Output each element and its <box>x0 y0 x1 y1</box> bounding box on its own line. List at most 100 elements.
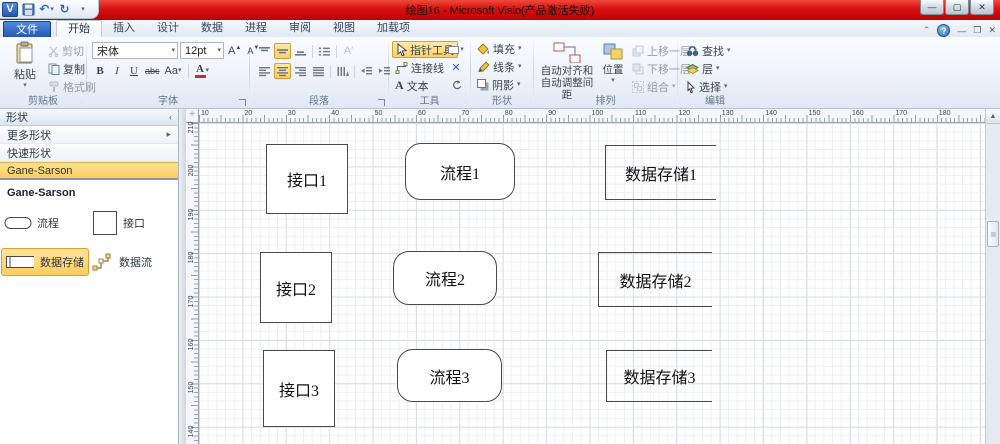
editing-group-label: 编辑 <box>678 92 752 107</box>
scroll-up-icon[interactable]: ▲ <box>986 109 1000 124</box>
shape-label: 数据存储2 <box>619 268 691 292</box>
scrollbar-thumb[interactable] <box>987 221 999 247</box>
h-ruler-label: 120 <box>678 110 690 117</box>
stencil-item-label: 数据流 <box>119 254 152 270</box>
position-label: 位置 <box>603 62 624 77</box>
tab-addins[interactable]: 加载项 <box>366 20 421 37</box>
doc-restore-button[interactable]: ❐ <box>973 25 981 36</box>
font-family-select[interactable]: 宋体 ▾ <box>92 42 178 59</box>
paste-icon <box>15 41 35 65</box>
shadow-button[interactable]: 阴影▾ <box>475 77 524 93</box>
clipboard-group-label: 剪贴板 <box>0 92 86 107</box>
fill-button[interactable]: 填充▾ <box>475 41 524 57</box>
line-button[interactable]: 线条▾ <box>475 59 524 75</box>
minimize-ribbon-icon[interactable]: ⌃ <box>923 25 931 36</box>
h-ruler-label: 100 <box>592 110 604 117</box>
collapse-panel-icon[interactable]: ‹ <box>169 112 172 122</box>
dataflow-shape-icon <box>92 252 114 272</box>
stencil-item-dataflow[interactable]: 数据流 <box>89 248 173 276</box>
align-bottom-button[interactable] <box>292 43 309 59</box>
font-color-button[interactable]: A ▾ <box>193 63 212 79</box>
interface-shape-icon <box>92 210 118 236</box>
find-label: 查找 <box>702 43 724 59</box>
fill-icon <box>477 43 490 55</box>
grow-font-button[interactable]: A▲ <box>226 43 243 59</box>
justify-button[interactable] <box>310 63 327 79</box>
tab-data[interactable]: 数据 <box>190 20 234 37</box>
arrange-group-label: 排列 <box>534 92 677 107</box>
tab-file[interactable]: 文件 <box>3 21 51 37</box>
font-family-value: 宋体 <box>97 43 119 59</box>
shape-label: 流程1 <box>440 160 480 184</box>
bullets-button[interactable] <box>316 43 333 59</box>
strikethrough-button[interactable]: abc <box>143 63 162 79</box>
align-top-button[interactable] <box>256 43 273 59</box>
stencil-tab-gane-sarson[interactable]: Gane-Sarson <box>0 162 178 180</box>
stencil-item-datastore[interactable]: 数据存储 <box>1 248 89 276</box>
tab-home[interactable]: 开始 <box>56 20 102 37</box>
tab-insert[interactable]: 插入 <box>102 20 146 37</box>
quick-shapes-row[interactable]: 快速形状 <box>0 144 178 162</box>
connector-icon <box>395 62 408 74</box>
canvas-shape-datastore2[interactable]: 数据存储2 <box>598 252 712 307</box>
tab-design[interactable]: 设计 <box>146 20 190 37</box>
connection-point-icon: ✕ <box>451 61 460 74</box>
more-shapes-row[interactable]: 更多形状 ▸ <box>0 126 178 144</box>
canvas-shape-process3[interactable]: 流程3 <box>397 349 502 402</box>
canvas-shape-datastore3[interactable]: 数据存储3 <box>606 350 712 402</box>
stencil-item-process[interactable]: 流程 <box>1 206 89 240</box>
line-label: 线条 <box>493 59 515 75</box>
canvas-shape-interface1[interactable]: 接口1 <box>266 144 348 214</box>
doc-minimize-button[interactable]: — <box>957 26 966 36</box>
layers-button[interactable]: 层▾ <box>684 61 733 77</box>
stencil-tab-label: Gane-Sarson <box>7 165 72 177</box>
datastore-shape-icon <box>5 255 35 269</box>
tab-review[interactable]: 审阅 <box>278 20 322 37</box>
tab-view[interactable]: 视图 <box>322 20 366 37</box>
minimize-button[interactable]: — <box>920 0 944 15</box>
bring-forward-icon <box>632 45 644 57</box>
canvas-shape-interface2[interactable]: 接口2 <box>260 252 332 323</box>
char-spacing-button[interactable]: A′ <box>340 43 357 59</box>
h-ruler-label: 110 <box>635 110 646 117</box>
font-size-select[interactable]: 12pt ▾ <box>180 42 224 59</box>
align-right-button[interactable] <box>292 63 309 79</box>
stencil-item-label: 流程 <box>37 215 59 231</box>
window-title: 绘图16 - Microsoft Visio(产品激活失败) <box>0 2 1000 18</box>
underline-button[interactable]: U <box>126 63 142 79</box>
help-button[interactable]: ? <box>937 24 950 37</box>
text-tool-icon: A <box>395 78 404 93</box>
text-direction-button[interactable] <box>334 63 351 79</box>
canvas-shape-interface3[interactable]: 接口3 <box>263 350 335 427</box>
find-button[interactable]: 查找▾ <box>684 43 733 59</box>
doc-close-button[interactable]: ✕ <box>988 25 996 36</box>
canvas-shape-process2[interactable]: 流程2 <box>393 251 497 305</box>
decrease-indent-button[interactable] <box>358 63 375 79</box>
canvas-shape-process1[interactable]: 流程1 <box>405 143 515 200</box>
align-middle-button[interactable] <box>274 43 291 59</box>
find-icon <box>686 45 699 57</box>
align-left-button[interactable] <box>256 63 273 79</box>
font-size-caret-icon: ▾ <box>217 48 221 54</box>
italic-button[interactable]: I <box>109 63 125 79</box>
vertical-scrollbar[interactable]: ▲ <box>985 109 1000 444</box>
connection-point-button[interactable]: ✕ <box>446 59 466 76</box>
close-button[interactable]: ✕ <box>970 0 994 15</box>
h-ruler-label: 10 <box>201 110 209 117</box>
v-ruler-label: 150 <box>188 381 195 394</box>
layers-label: 层 <box>702 61 713 77</box>
shape-label: 数据存储3 <box>623 364 695 388</box>
align-center-button[interactable] <box>274 63 291 79</box>
tools-group: 指针工具 连接线 A 文本 ▾ ✕ 工具 <box>389 37 470 108</box>
shape-label: 接口3 <box>279 377 319 401</box>
drawing-shapes-button[interactable]: ▾ <box>446 41 466 58</box>
change-case-button[interactable]: Aa▾ <box>163 63 184 79</box>
canvas-shape-datastore1[interactable]: 数据存储1 <box>605 145 716 200</box>
tab-process[interactable]: 进程 <box>234 20 278 37</box>
maximize-button[interactable]: ▢ <box>945 0 969 15</box>
bold-button[interactable]: B <box>92 63 108 79</box>
shapes-panel-header: 形状 ‹ <box>0 109 178 126</box>
stencil-item-interface[interactable]: 接口 <box>89 206 173 240</box>
shapes-panel: 形状 ‹ 更多形状 ▸ 快速形状 Gane-Sarson Gane-Sarson… <box>0 109 179 444</box>
drawing-canvas[interactable]: 接口1 流程1 数据存储1 接口2 流程2 数据存储2 接口3 流程3 数据存储… <box>199 123 985 444</box>
